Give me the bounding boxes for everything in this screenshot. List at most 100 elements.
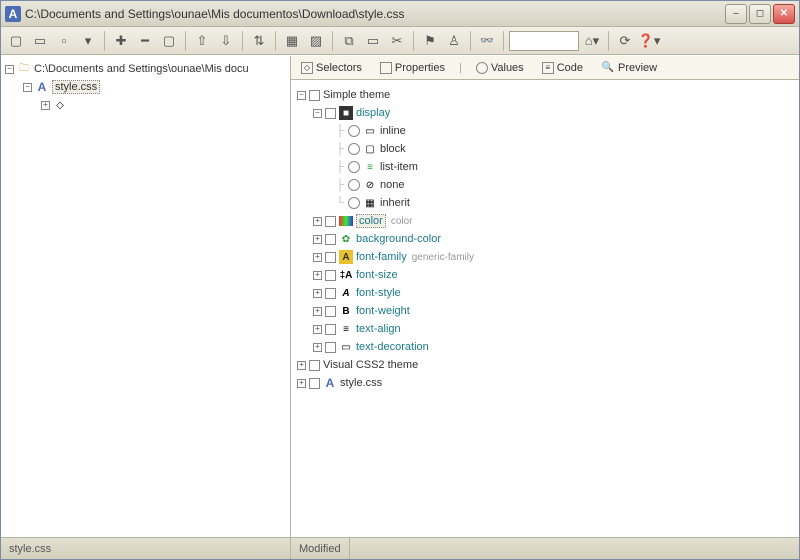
down-button[interactable]: ⇩: [215, 30, 237, 52]
radio[interactable]: [348, 179, 360, 191]
node-label: style.css: [340, 377, 382, 389]
property-node-font-style[interactable]: + A font-style: [297, 284, 793, 302]
checkbox[interactable]: [309, 378, 320, 389]
value-node-inline[interactable]: ├ ▭ inline: [297, 122, 793, 140]
expand-icon[interactable]: +: [313, 271, 322, 280]
property-node-color[interactable]: + color color: [297, 212, 793, 230]
expand-icon[interactable]: +: [313, 343, 322, 352]
inline-icon: ▭: [363, 124, 377, 138]
copy-button[interactable]: ⧉: [338, 30, 360, 52]
checkbox[interactable]: [325, 324, 336, 335]
file-node[interactable]: − A style.css: [5, 78, 286, 96]
close-button[interactable]: ✕: [773, 4, 795, 24]
checkbox[interactable]: [325, 216, 336, 227]
property-node-display[interactable]: − ■ display: [297, 104, 793, 122]
home-button[interactable]: ⌂▾: [581, 30, 603, 52]
value-node-list-item[interactable]: ├ ≡ list-item: [297, 158, 793, 176]
open-button[interactable]: ▭: [29, 30, 51, 52]
user-button[interactable]: ♙: [443, 30, 465, 52]
tree-line: ├: [335, 143, 345, 155]
checkbox[interactable]: [325, 270, 336, 281]
checkbox[interactable]: [325, 306, 336, 317]
up-button[interactable]: ⇧: [191, 30, 213, 52]
add-button[interactable]: ✚: [110, 30, 132, 52]
folder-node[interactable]: − 🗀 C:\Documents and Settings\ounae\Mis …: [5, 60, 286, 78]
collapse-icon[interactable]: −: [297, 91, 306, 100]
square-icon: [380, 62, 392, 74]
expand-icon[interactable]: +: [313, 253, 322, 262]
tool-a-button[interactable]: ▦: [281, 30, 303, 52]
expand-icon[interactable]: +: [313, 289, 322, 298]
theme-node-visual[interactable]: + Visual CSS2 theme: [297, 356, 793, 374]
cut-button[interactable]: ✂: [386, 30, 408, 52]
title-bar: A C:\Documents and Settings\ounae\Mis do…: [1, 1, 799, 27]
value-node-block[interactable]: ├ ▢ block: [297, 140, 793, 158]
help-button[interactable]: ❓▾: [638, 30, 660, 52]
expand-icon[interactable]: +: [313, 325, 322, 334]
expand-icon[interactable]: +: [313, 217, 322, 226]
property-node-font-family[interactable]: + A font-family generic-family: [297, 248, 793, 266]
file-node-style[interactable]: + A style.css: [297, 374, 793, 392]
file-child-node[interactable]: + ◇: [5, 96, 286, 114]
minimize-button[interactable]: ‒: [725, 4, 747, 24]
property-node-font-weight[interactable]: + B font-weight: [297, 302, 793, 320]
radio[interactable]: [348, 143, 360, 155]
zoom-select[interactable]: [509, 31, 579, 51]
checkbox[interactable]: [325, 342, 336, 353]
maximize-button[interactable]: ◻: [749, 4, 771, 24]
theme-node[interactable]: − Simple theme: [297, 86, 793, 104]
collapse-icon[interactable]: −: [23, 83, 32, 92]
remove-button[interactable]: ━: [134, 30, 156, 52]
expand-icon[interactable]: +: [313, 307, 322, 316]
file-label: style.css: [52, 80, 100, 94]
file-tree-pane: − 🗀 C:\Documents and Settings\ounae\Mis …: [1, 56, 291, 537]
property-node-text-decoration[interactable]: + ▭ text-decoration: [297, 338, 793, 356]
expand-icon[interactable]: +: [297, 379, 306, 388]
checkbox[interactable]: [325, 234, 336, 245]
separator: [275, 31, 276, 51]
main-area: − 🗀 C:\Documents and Settings\ounae\Mis …: [1, 55, 799, 537]
tab-selectors[interactable]: ◇ Selectors: [297, 60, 366, 76]
checkbox[interactable]: [325, 252, 336, 263]
paste-button[interactable]: ▭: [362, 30, 384, 52]
property-node-background-color[interactable]: + ✿ background-color: [297, 230, 793, 248]
node-label: font-family: [356, 251, 407, 263]
font-size-icon: ‡A: [339, 268, 353, 282]
radio[interactable]: [348, 125, 360, 137]
tab-label: Selectors: [316, 62, 362, 74]
checkbox[interactable]: [309, 90, 320, 101]
property-node-text-align[interactable]: + ≡ text-align: [297, 320, 793, 338]
radio[interactable]: [348, 197, 360, 209]
tab-values[interactable]: Values: [472, 60, 528, 76]
checkbox[interactable]: [325, 288, 336, 299]
tab-code[interactable]: ≡ Code: [538, 60, 587, 76]
node-label: color: [356, 214, 386, 228]
text-decoration-icon: ▭: [339, 340, 353, 354]
expand-icon[interactable]: +: [313, 235, 322, 244]
status-file: style.css: [1, 538, 291, 559]
new-button[interactable]: ▢: [5, 30, 27, 52]
dropdown-1[interactable]: ▾: [77, 30, 99, 52]
list-icon: ≡: [363, 160, 377, 174]
none-icon: ⊘: [363, 178, 377, 192]
sort-button[interactable]: ⇅: [248, 30, 270, 52]
value-node-inherit[interactable]: └ ▦ inherit: [297, 194, 793, 212]
tab-preview[interactable]: 🔍 Preview: [597, 59, 661, 77]
expand-icon[interactable]: +: [297, 361, 306, 370]
edit-button[interactable]: ▢: [158, 30, 180, 52]
value-node-none[interactable]: ├ ⊘ none: [297, 176, 793, 194]
flag-button[interactable]: ⚑: [419, 30, 441, 52]
save-button[interactable]: ▫: [53, 30, 75, 52]
search-icon: 🔍: [601, 61, 615, 75]
property-node-font-size[interactable]: + ‡A font-size: [297, 266, 793, 284]
radio[interactable]: [348, 161, 360, 173]
checkbox[interactable]: [325, 108, 336, 119]
tab-properties[interactable]: Properties: [376, 60, 449, 76]
tool-b-button[interactable]: ▨: [305, 30, 327, 52]
expand-icon[interactable]: +: [41, 101, 50, 110]
collapse-icon[interactable]: −: [5, 65, 14, 74]
find-button[interactable]: 👓: [476, 30, 498, 52]
refresh-button[interactable]: ⟳: [614, 30, 636, 52]
collapse-icon[interactable]: −: [313, 109, 322, 118]
checkbox[interactable]: [309, 360, 320, 371]
